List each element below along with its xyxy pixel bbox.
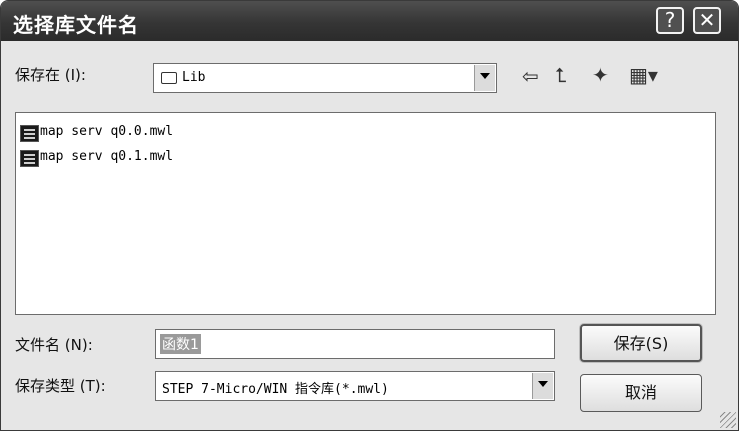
save-library-dialog: 选择库文件名 ? ✕ 保存在 (I): Lib ⇦ ⮤ ✦ ▦▾ map ser… [0,0,739,431]
back-arrow-icon[interactable]: ⇦ [522,64,539,88]
chevron-down-icon[interactable] [532,373,553,399]
chevron-down-icon[interactable] [474,65,495,91]
file-name: map serv q0.1.mwl [40,149,174,164]
library-file-icon [20,150,39,167]
cancel-button[interactable]: 取消 [580,374,702,412]
library-file-icon [20,125,39,142]
view-menu-icon[interactable]: ▦▾ [629,63,658,87]
file-name: map serv q0.0.mwl [40,124,174,139]
save-button[interactable]: 保存(S) [580,324,702,362]
help-button[interactable]: ? [656,7,684,34]
file-list[interactable]: map serv q0.0.mwl map serv q0.1.mwl [15,112,716,315]
folder-icon [161,72,177,84]
filename-value: 函数1 [160,334,201,354]
filetype-value: STEP 7-Micro/WIN 指令库(*.mwl) [162,382,389,397]
resize-grip[interactable] [720,412,736,428]
save-in-value: Lib [182,70,206,85]
filename-label: 文件名 (N): [15,336,93,354]
new-folder-icon[interactable]: ✦ [592,63,609,87]
dialog-title: 选择库文件名 [13,13,139,37]
filetype-dropdown[interactable]: STEP 7-Micro/WIN 指令库(*.mwl) [155,371,555,401]
up-folder-icon[interactable]: ⮤ [555,63,567,87]
filename-input[interactable]: 函数1 [155,329,555,359]
close-button[interactable]: ✕ [693,7,721,34]
filetype-label: 保存类型 (T): [15,377,106,395]
title-bar: 选择库文件名 ? ✕ [1,1,738,41]
save-in-label: 保存在 (I): [15,66,86,84]
save-in-dropdown[interactable]: Lib [153,63,497,93]
